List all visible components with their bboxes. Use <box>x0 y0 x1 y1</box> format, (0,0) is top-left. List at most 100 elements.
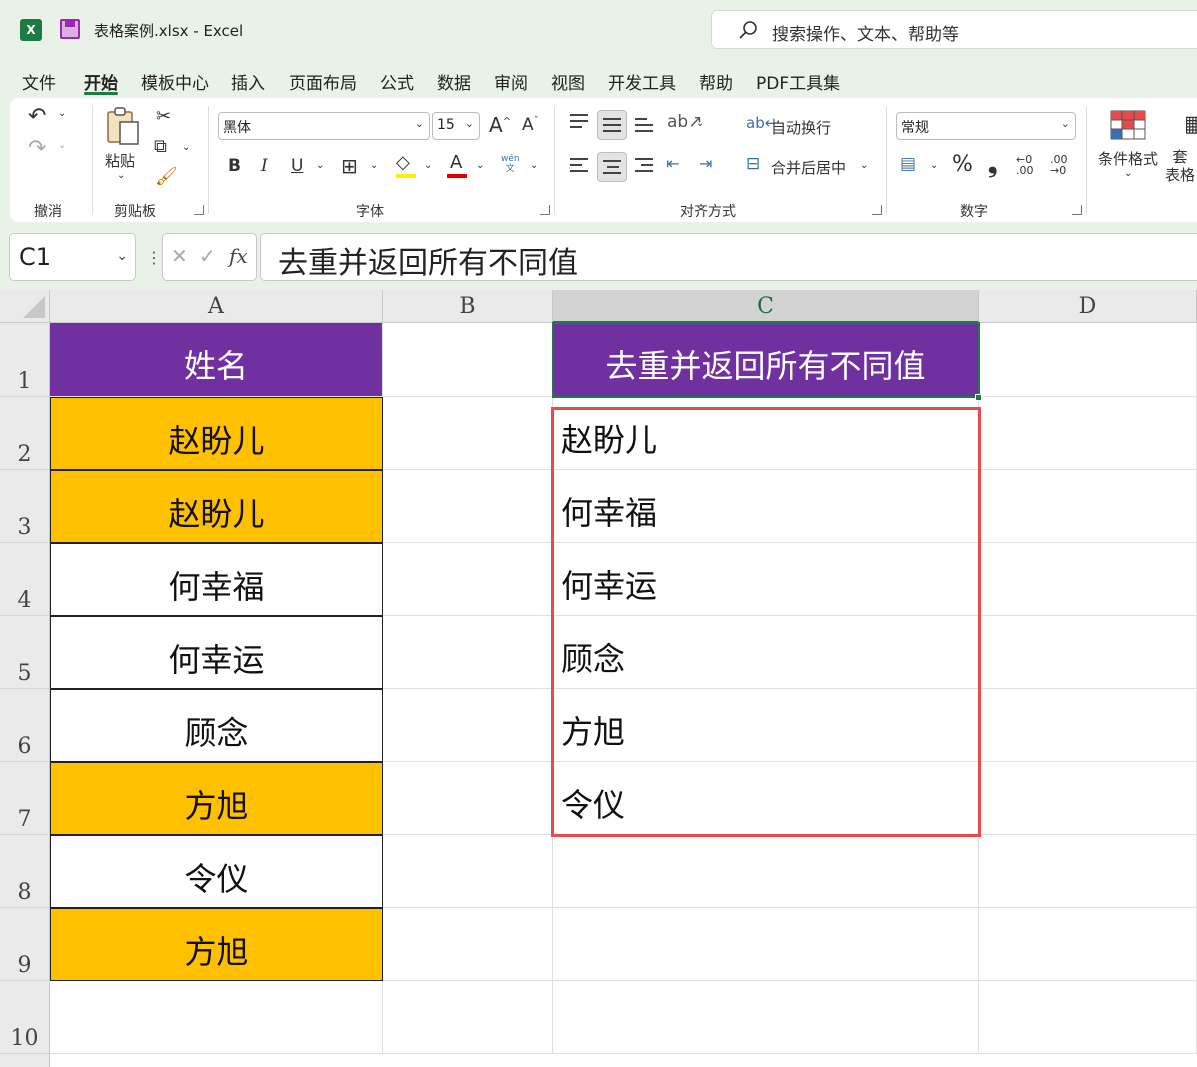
tab-help[interactable]: 帮助 <box>699 69 733 94</box>
italic-button[interactable]: I <box>261 156 268 176</box>
row-header-4[interactable]: 4 <box>0 543 50 616</box>
more-options-icon[interactable]: ⋮ <box>146 248 162 267</box>
redo-icon[interactable]: ↷ <box>28 136 46 161</box>
cell-a2[interactable]: 赵盼儿 <box>50 397 383 470</box>
increase-indent-icon[interactable]: ⇥ <box>699 154 712 173</box>
row-header-8[interactable]: 8 <box>0 835 50 908</box>
conditional-format-dropdown-icon[interactable]: ⌄ <box>1124 168 1132 179</box>
cell-d9[interactable] <box>979 908 1197 981</box>
clipboard-launcher-icon[interactable] <box>194 205 204 215</box>
tab-page-layout[interactable]: 页面布局 <box>289 69 357 94</box>
cell-b6[interactable] <box>383 689 553 762</box>
percent-button[interactable]: % <box>952 152 973 177</box>
column-header-c[interactable]: C <box>553 290 979 323</box>
cell-b3[interactable] <box>383 470 553 543</box>
cell-a4[interactable]: 何幸福 <box>50 543 383 616</box>
row-header-2[interactable]: 2 <box>0 397 50 470</box>
row-header-1[interactable]: 1 <box>0 323 50 397</box>
row-header-9[interactable]: 9 <box>0 908 50 981</box>
font-size-select[interactable]: 15 ⌄ <box>432 112 480 140</box>
undo-icon[interactable]: ↶ <box>28 104 46 129</box>
font-color-icon[interactable]: A <box>450 152 462 173</box>
tab-insert[interactable]: 插入 <box>231 69 265 94</box>
cell-b1[interactable] <box>383 323 553 397</box>
fill-color-dropdown-icon[interactable]: ⌄ <box>424 160 432 171</box>
increase-decimal-icon[interactable]: ←0.00 <box>1016 154 1034 176</box>
underline-dropdown-icon[interactable]: ⌄ <box>316 160 324 171</box>
align-right-icon[interactable] <box>635 154 653 176</box>
undo-dropdown-icon[interactable]: ⌄ <box>58 108 66 119</box>
copy-icon[interactable]: ⧉ <box>154 136 167 157</box>
cell-d7[interactable] <box>979 762 1197 835</box>
cell-b5[interactable] <box>383 616 553 689</box>
tab-data[interactable]: 数据 <box>437 69 471 94</box>
align-bottom-icon[interactable] <box>635 114 653 136</box>
accounting-format-icon[interactable]: ▤ <box>900 154 916 174</box>
cancel-icon[interactable]: ✕ <box>171 244 188 268</box>
conditional-format-icon[interactable] <box>1110 110 1146 140</box>
row-header-5[interactable]: 5 <box>0 616 50 689</box>
cell-a1-header[interactable]: 姓名 <box>50 323 383 397</box>
comma-style-button[interactable]: ❟ <box>988 150 997 178</box>
number-launcher-icon[interactable] <box>1072 205 1082 215</box>
cell-b10[interactable] <box>383 981 553 1054</box>
font-launcher-icon[interactable] <box>540 205 550 215</box>
cell-d8[interactable] <box>979 835 1197 908</box>
cell-d2[interactable] <box>979 397 1197 470</box>
font-name-select[interactable]: 黑体 ⌄ <box>218 112 430 140</box>
conditional-format-button[interactable]: 条件格式 <box>1098 148 1158 169</box>
number-format-select[interactable]: 常规 ⌄ <box>896 112 1076 140</box>
cell-c10[interactable] <box>553 981 979 1054</box>
name-box[interactable]: C1 ⌄ <box>9 233 136 281</box>
tab-templates[interactable]: 模板中心 <box>141 69 209 94</box>
cell-a8[interactable]: 令仪 <box>50 835 383 908</box>
decrease-decimal-icon[interactable]: .00 →0 <box>1050 154 1068 176</box>
cell-b4[interactable] <box>383 543 553 616</box>
enter-icon[interactable]: ✓ <box>199 244 216 268</box>
align-center-icon[interactable] <box>597 152 627 182</box>
tab-view[interactable]: 视图 <box>551 69 585 94</box>
borders-dropdown-icon[interactable]: ⌄ <box>370 160 378 171</box>
align-left-icon[interactable] <box>570 154 588 176</box>
cell-a7[interactable]: 方旭 <box>50 762 383 835</box>
tab-review[interactable]: 审阅 <box>494 69 528 94</box>
cell-b9[interactable] <box>383 908 553 981</box>
column-header-a[interactable]: A <box>50 290 383 323</box>
phonetic-guide-icon[interactable]: wén 文 <box>501 154 520 174</box>
tab-formulas[interactable]: 公式 <box>380 69 414 94</box>
bold-button[interactable]: B <box>228 156 241 176</box>
wrap-text-button[interactable]: 自动换行 <box>771 117 831 138</box>
cell-d1[interactable] <box>979 323 1197 397</box>
fill-handle[interactable] <box>975 394 982 401</box>
row-header-7[interactable]: 7 <box>0 762 50 835</box>
cell-d3[interactable] <box>979 470 1197 543</box>
cell-a3[interactable]: 赵盼儿 <box>50 470 383 543</box>
underline-button[interactable]: U <box>291 156 303 176</box>
table-format-button[interactable]: 套 表格 <box>1165 148 1195 184</box>
cell-a9[interactable]: 方旭 <box>50 908 383 981</box>
paste-button[interactable]: 粘贴 <box>105 150 135 171</box>
cell-c9[interactable] <box>553 908 979 981</box>
accounting-dropdown-icon[interactable]: ⌄ <box>930 160 938 171</box>
cell-a6[interactable]: 顾念 <box>50 689 383 762</box>
row-header-3[interactable]: 3 <box>0 470 50 543</box>
font-shrink-icon[interactable]: Aˇ <box>522 115 539 135</box>
table-format-icon[interactable]: ▦ <box>1184 112 1197 137</box>
font-color-dropdown-icon[interactable]: ⌄ <box>476 160 484 171</box>
align-middle-icon[interactable] <box>597 110 627 140</box>
save-icon[interactable] <box>60 19 80 39</box>
paste-dropdown-icon[interactable]: ⌄ <box>117 170 125 181</box>
decrease-indent-icon[interactable]: ⇤ <box>666 154 679 173</box>
row-header-11[interactable] <box>0 1054 50 1067</box>
insert-function-icon[interactable]: fx <box>229 244 248 268</box>
cell-d5[interactable] <box>979 616 1197 689</box>
merge-center-icon[interactable]: ⊟ <box>746 154 760 174</box>
column-header-b[interactable]: B <box>383 290 553 323</box>
tab-pdf-tools[interactable]: PDF工具集 <box>756 69 840 94</box>
phonetic-dropdown-icon[interactable]: ⌄ <box>530 160 538 171</box>
cell-a5[interactable]: 何幸运 <box>50 616 383 689</box>
formula-input[interactable]: 去重并返回所有不同值 <box>260 233 1197 281</box>
column-header-d[interactable]: D <box>979 290 1197 323</box>
cut-icon[interactable]: ✂ <box>156 106 171 127</box>
cell-d4[interactable] <box>979 543 1197 616</box>
